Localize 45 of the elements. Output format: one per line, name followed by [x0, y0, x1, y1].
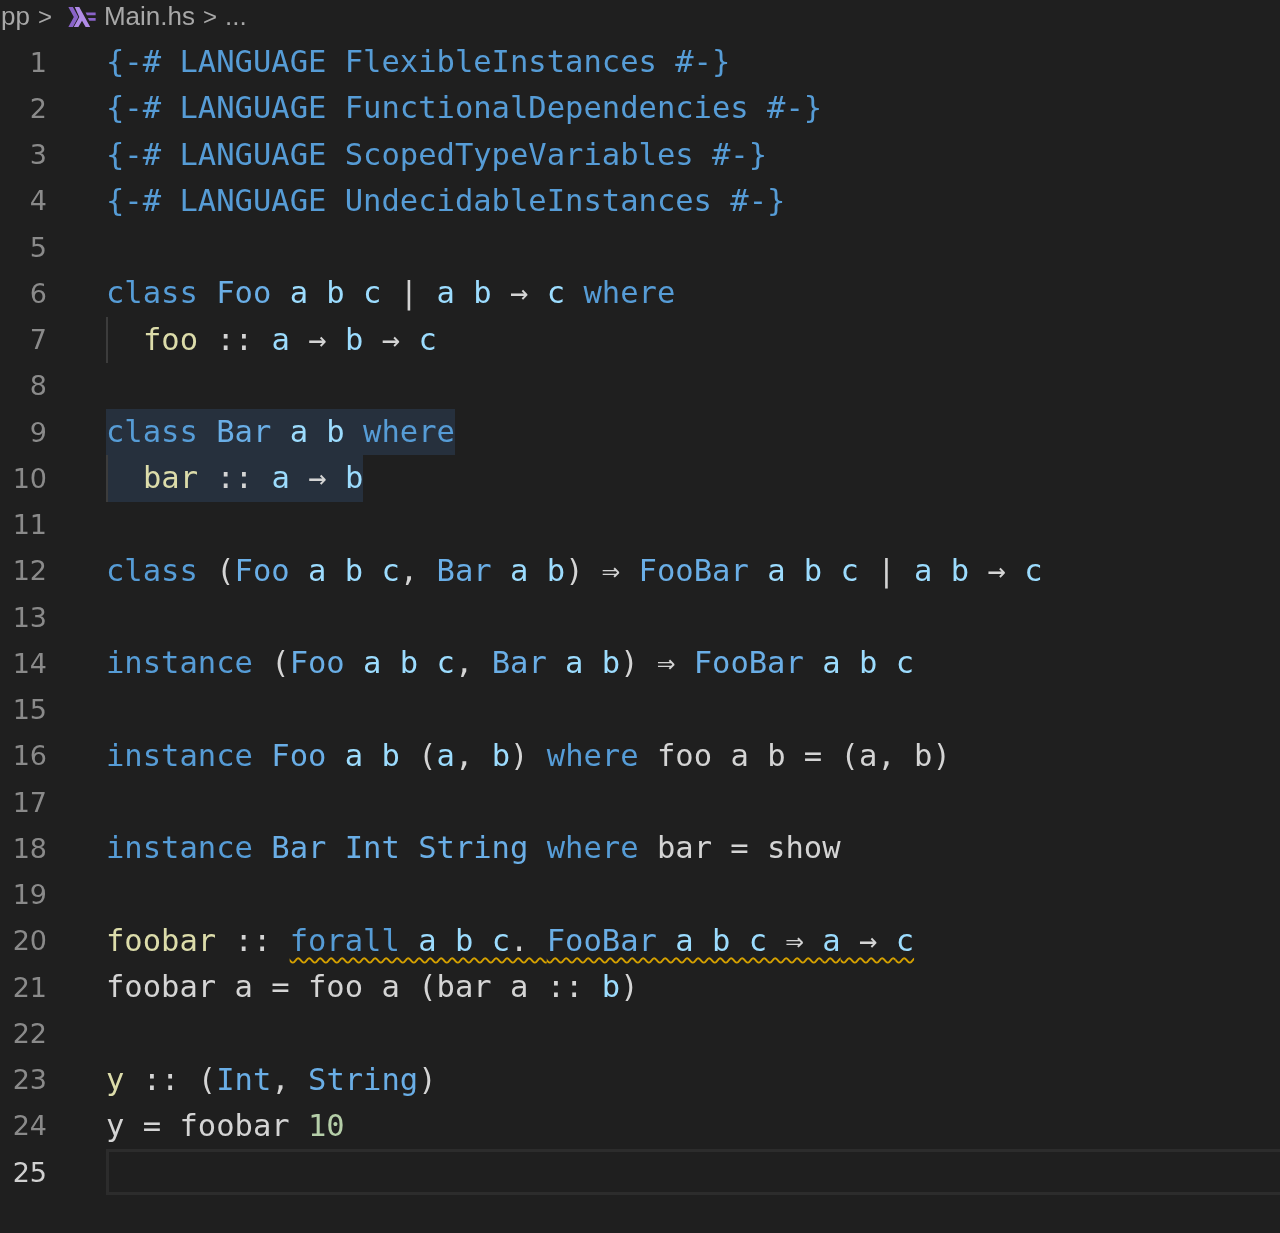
code-line: {-# LANGUAGE FunctionalDependencies #-} — [106, 89, 823, 128]
line-number: 16 — [11, 740, 47, 772]
line-number: 23 — [11, 1064, 47, 1096]
code-line: foobar a = foo a (bar a :: b) — [106, 968, 639, 1006]
code-line: {-# LANGUAGE FlexibleInstances #-} — [106, 43, 731, 81]
line-number: 7 — [28, 324, 47, 356]
line-number: 10 — [11, 462, 47, 494]
code-line: class Foo a b c | a b → c where — [106, 274, 676, 313]
line-number: 24 — [11, 1110, 47, 1142]
line-number: 21 — [11, 971, 47, 1003]
line-number: 18 — [11, 832, 47, 864]
code-line: class (Foo a b c, Bar a b) ⇒ FooBar a b c | a b → c — [106, 551, 1043, 591]
line-number: 20 — [11, 925, 47, 957]
line-number: 17 — [11, 786, 47, 818]
breadcrumb-separator: > — [37, 2, 52, 31]
code-line: instance Bar Int String where bar = show — [106, 829, 841, 868]
line-number: 2 — [28, 92, 47, 124]
code-line: instance Foo a b (a, b) where foo a b = (a, b) — [106, 736, 951, 775]
file-type-icon — [67, 6, 96, 27]
line-number: 4 — [28, 185, 47, 217]
line-number: 19 — [11, 879, 47, 911]
code-line: y = foobar 10 — [106, 1106, 345, 1145]
line-number: 8 — [28, 370, 47, 402]
code-line: foobar :: forall a b c. FooBar a b c ⇒ a → c — [106, 921, 915, 960]
code-line: {-# LANGUAGE ScopedTypeVariables #-} — [106, 135, 768, 174]
line-number: 6 — [28, 277, 47, 309]
line-number: 22 — [11, 1017, 47, 1049]
code-line: foo :: a → b → c — [106, 316, 437, 363]
breadcrumb-item[interactable]: ... — [225, 1, 247, 32]
breadcrumb-item[interactable]: pp — [1, 1, 30, 32]
line-number: 12 — [11, 555, 47, 587]
breadcrumb-item[interactable]: Main.hs — [103, 1, 195, 32]
line-number: 25 — [11, 1156, 47, 1188]
line-number: 15 — [11, 694, 47, 726]
code-line: instance (Foo a b c, Bar a b) ⇒ FooBar a b c — [106, 644, 915, 683]
code-line: {-# LANGUAGE UndecidableInstances #-} — [106, 181, 786, 220]
line-number: 3 — [28, 139, 47, 171]
line-number: 14 — [11, 647, 47, 679]
line-number: 9 — [28, 416, 47, 448]
line-number: 13 — [11, 601, 47, 633]
breadcrumb-separator: > — [203, 2, 217, 31]
line-number: 1 — [28, 46, 47, 78]
line-number: 5 — [28, 231, 47, 263]
line-number: 11 — [11, 509, 47, 541]
code-line: y :: (Int, String) — [106, 1060, 437, 1099]
